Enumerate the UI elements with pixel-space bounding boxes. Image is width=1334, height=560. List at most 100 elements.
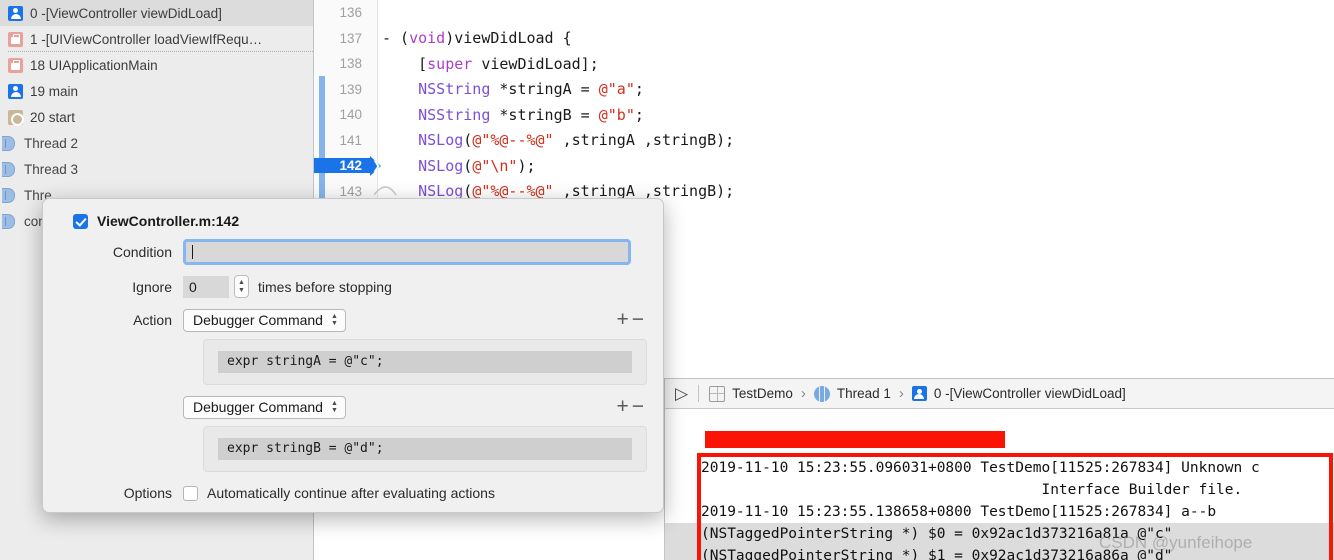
code-fold-indicator [374, 178, 414, 196]
breakpoint-enabled-checkbox[interactable] [73, 213, 88, 229]
code-line-list: 136 137- (void)viewDidLoad {138 [super vi… [314, 0, 1334, 204]
console-output[interactable]: 2019-11-10 15:23:55.096031+0800 TestDemo… [665, 409, 1334, 560]
condition-label: Condition [112, 244, 172, 260]
code-token: ( [463, 156, 473, 175]
options-label: Options [123, 485, 172, 501]
breadcrumb-frame[interactable]: 0 -[ViewController viewDidLoad] [934, 386, 1126, 401]
debug-console-pane: ▷ TestDemo › Thread 1 › 0 -[ViewControll… [664, 378, 1334, 560]
action-code-box-2[interactable]: expr stringB = @"d"; [203, 426, 647, 472]
code-line-breakpoint[interactable]: 142 ❯ NSLog(@"\n"); [314, 153, 1334, 179]
thread-icon [2, 213, 15, 229]
stack-frame-row[interactable]: 0 -[ViewController viewDidLoad] [0, 0, 313, 26]
code-token: NSLog [418, 156, 464, 175]
condition-row: Condition [43, 239, 663, 265]
thread-label: Thread 3 [24, 161, 79, 177]
stack-frame-label: 19 main [30, 83, 79, 99]
thread-label: Thread 2 [24, 135, 79, 151]
stack-frame-label: 18 UIApplicationMain [30, 57, 158, 73]
line-number[interactable]: 141 [314, 133, 370, 148]
watermark-text: CSDN @yunfeihope [1099, 533, 1253, 552]
ignore-count-input[interactable]: 0 [183, 275, 229, 298]
thread-icon [2, 135, 15, 151]
code-token: - ( [382, 29, 410, 48]
stepper-down-icon[interactable]: ▼ [238, 287, 245, 295]
code-token: ; [634, 105, 644, 124]
line-number[interactable]: 137 [314, 31, 370, 46]
stack-frame-row[interactable]: 1 -[UIViewController loadViewIfRequ… [0, 26, 313, 52]
minus-icon[interactable]: − [632, 308, 647, 331]
debug-breadcrumb-bar[interactable]: ▷ TestDemo › Thread 1 › 0 -[ViewControll… [665, 379, 1334, 409]
breadcrumb-project[interactable]: TestDemo [732, 386, 793, 401]
breadcrumb-divider [698, 385, 700, 402]
person-icon [911, 386, 927, 401]
code-token: void [409, 29, 446, 48]
thread-icon [2, 187, 15, 203]
stack-frame-label: 0 -[ViewController viewDidLoad] [30, 5, 222, 21]
breakpoint-chevron-icon: ❯ [372, 160, 382, 172]
breadcrumb-separator-2: › [898, 385, 904, 402]
ignore-stepper-group[interactable]: 0 ▲ ▼ times before stopping [183, 275, 392, 298]
action-label: Action [133, 312, 172, 328]
action-add-remove-1[interactable]: +− [616, 308, 647, 332]
line-number[interactable]: 142 [314, 158, 370, 174]
stack-frame-row[interactable]: 19 main [0, 78, 313, 104]
stack-frame-row[interactable]: 18 UIApplicationMain [0, 52, 313, 78]
code-line[interactable]: 140 NSString *stringB = @"b"; [314, 102, 1334, 128]
stack-frame-label: 20 start [30, 109, 76, 125]
line-number[interactable]: 136 [314, 5, 370, 20]
line-number[interactable]: 140 [314, 107, 370, 122]
code-text: - (void)viewDidLoad { [370, 29, 572, 47]
grid-icon [709, 385, 726, 402]
plus-icon-2[interactable]: + [616, 395, 631, 418]
auto-continue-label: Automatically continue after evaluating … [207, 485, 495, 501]
stack-frame-row[interactable]: 20 start [0, 104, 313, 130]
action-type-select-1[interactable]: Debugger Command ▲ ▼ [183, 308, 346, 332]
ignore-stepper[interactable]: ▲ ▼ [234, 275, 249, 298]
code-token: @"\n" [472, 156, 518, 175]
line-number[interactable]: 139 [314, 82, 370, 97]
chevron-updown-icon-2: ▲ ▼ [330, 400, 338, 414]
auto-continue-checkbox[interactable] [183, 485, 198, 501]
breadcrumb-thread[interactable]: Thread 1 [837, 386, 891, 401]
code-text: [super viewDidLoad]; [370, 55, 599, 73]
stepper-up-icon[interactable]: ▲ [238, 279, 245, 287]
code-line[interactable]: 138 [super viewDidLoad]; [314, 51, 1334, 77]
person-icon [8, 5, 23, 21]
options-row: Options Automatically continue after eva… [43, 485, 663, 501]
action-add-remove-2[interactable]: +− [616, 395, 647, 419]
code-text: NSString *stringA = @"a"; [370, 80, 644, 98]
stack-frame-list: 0 -[ViewController viewDidLoad] 1 -[UIVie… [0, 0, 313, 130]
stack-frame-label: 1 -[UIViewController loadViewIfRequ… [30, 31, 263, 47]
gear-icon [8, 109, 24, 126]
action-code-box-1[interactable]: expr stringA = @"c"; [203, 339, 647, 385]
line-number[interactable]: 138 [314, 56, 370, 71]
popover-header: ViewController.m:142 [43, 199, 663, 229]
condition-input[interactable] [183, 239, 631, 265]
breadcrumb-separator-1: › [800, 385, 806, 402]
action-code-1[interactable]: expr stringA = @"c"; [218, 351, 632, 373]
thread-row[interactable]: Thread 2 [0, 130, 313, 156]
minus-icon-2[interactable]: − [632, 395, 647, 418]
code-line[interactable]: 141 NSLog(@"%@--%@" ,stringA ,stringB); [314, 128, 1334, 154]
ignore-label: Ignore [132, 278, 172, 295]
code-token: super [427, 54, 473, 73]
action-code-2[interactable]: expr stringB = @"d"; [218, 438, 632, 460]
breakpoint-edit-popover[interactable]: ViewController.m:142 Condition Ignore 0 … [42, 198, 664, 513]
briefcase-icon [8, 57, 23, 73]
code-token: *stringB = [490, 105, 599, 124]
thread-row[interactable]: Thread 3 [0, 156, 313, 182]
code-line[interactable]: 139 NSString *stringA = @"a"; [314, 77, 1334, 103]
action-row-2: Debugger Command ▲ ▼ +− [43, 395, 663, 419]
code-token: @"%@--%@" [472, 131, 554, 150]
breakpoint-title: ViewController.m:142 [97, 213, 240, 229]
line-number[interactable]: 143 [314, 184, 370, 199]
code-text: NSLog(@"\n"); [370, 156, 535, 175]
plus-icon[interactable]: + [616, 308, 631, 331]
navigate-arrow-icon[interactable]: ▷ [675, 385, 688, 402]
briefcase-icon [8, 31, 23, 47]
code-line[interactable]: 137- (void)viewDidLoad { [314, 26, 1334, 52]
code-line[interactable]: 136 [314, 0, 1334, 26]
action-type-select-2[interactable]: Debugger Command ▲ ▼ [183, 395, 346, 419]
chevron-updown-icon: ▲ ▼ [330, 313, 338, 327]
